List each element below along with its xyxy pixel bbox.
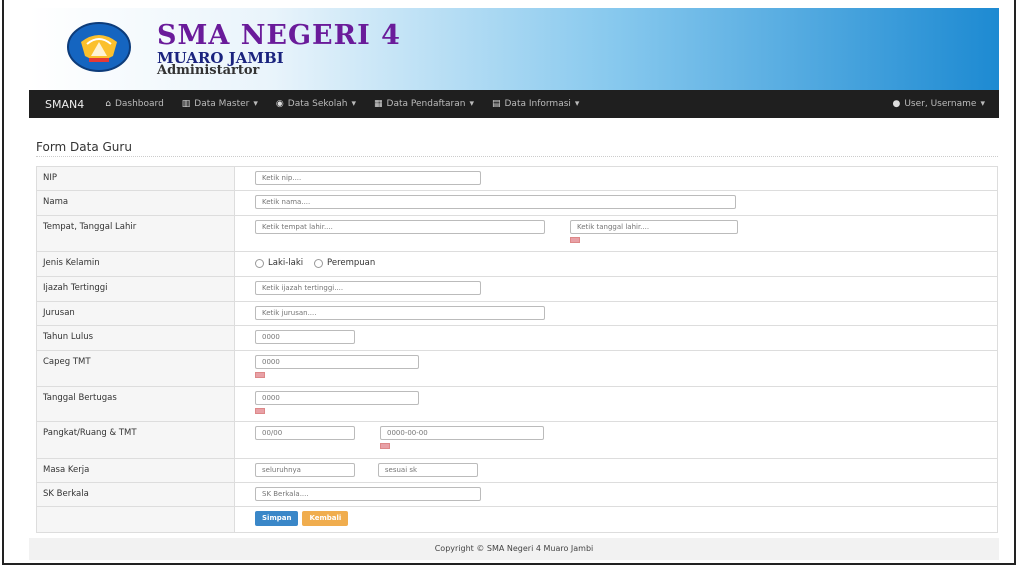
label-sk-berkala: SK Berkala: [36, 482, 235, 507]
page-frame: SMA NEGERI 4 MUARO JAMBI Administartor S…: [2, 0, 1016, 565]
tanggal-lahir-input[interactable]: [570, 220, 738, 234]
row-tanggal-bertugas: Tanggal Bertugas: [36, 386, 998, 422]
page-footer: Copyright © SMA Negeri 4 Muaro Jambi: [29, 538, 999, 560]
label-masa-kerja: Masa Kerja: [36, 458, 235, 483]
caret-down-icon: ▾: [469, 99, 474, 109]
radio-laki-laki[interactable]: Laki-laki: [255, 258, 303, 268]
nav-data-sekolah[interactable]: ◉ Data Sekolah ▾: [267, 99, 365, 109]
nav-data-master[interactable]: ▥ Data Master ▾: [173, 99, 267, 109]
nav-dashboard[interactable]: ⌂ Dashboard: [96, 99, 173, 109]
row-jurusan: Jurusan: [36, 301, 998, 326]
tempat-lahir-input[interactable]: [255, 220, 545, 234]
navbar-brand[interactable]: SMAN4: [29, 98, 96, 111]
title-divider: [36, 156, 998, 157]
save-button[interactable]: Simpan: [255, 511, 299, 526]
bookmark-icon: ▤: [491, 99, 501, 109]
calendar-icon[interactable]: [570, 237, 580, 243]
label-nama: Nama: [36, 190, 235, 216]
label-capeg: Capeg TMT: [36, 350, 235, 387]
user-icon: ●: [892, 99, 901, 109]
caret-down-icon: ▾: [253, 99, 258, 109]
tanggal-bertugas-input[interactable]: [255, 391, 419, 405]
row-ijazah: Ijazah Tertinggi: [36, 276, 998, 302]
nav-data-sekolah-label: Data Sekolah: [287, 99, 348, 109]
row-ttl: Tempat, Tanggal Lahir: [36, 215, 998, 252]
calendar-icon[interactable]: [380, 443, 390, 449]
school-name: SMA NEGERI 4: [157, 20, 401, 51]
row-masa-kerja: Masa Kerja: [36, 458, 998, 483]
user-role: Administartor: [157, 63, 260, 78]
home-icon: ⌂: [105, 99, 111, 109]
row-actions: Simpan Kembali: [36, 506, 998, 533]
caret-down-icon: ▾: [351, 99, 357, 109]
row-nip: NIP: [36, 166, 998, 191]
capeg-input[interactable]: [255, 355, 419, 369]
masa-kerja-sk-input[interactable]: [377, 463, 478, 477]
label-jenis-kelamin: Jenis Kelamin: [36, 251, 235, 277]
radio-circle-icon: [314, 258, 324, 268]
guru-form: NIP Nama Tempat, Tanggal Lahir Jenis Kel…: [36, 166, 998, 533]
map-marker-icon: ◉: [275, 99, 284, 109]
ijazah-input[interactable]: [255, 281, 481, 295]
label-ttl: Tempat, Tanggal Lahir: [36, 215, 235, 252]
label-tahun-lulus: Tahun Lulus: [36, 325, 235, 351]
nav-data-pendaftaran-label: Data Pendaftaran: [386, 99, 466, 109]
grid-icon: ▦: [374, 99, 383, 109]
site-header: SMA NEGERI 4 MUARO JAMBI Administartor: [29, 8, 999, 90]
school-logo-icon: [67, 22, 131, 72]
form-title: Form Data Guru: [36, 140, 132, 154]
back-button[interactable]: Kembali: [302, 511, 349, 526]
calendar-icon[interactable]: [255, 408, 265, 414]
label-nip: NIP: [36, 166, 235, 191]
label-ijazah: Ijazah Tertinggi: [36, 276, 235, 302]
radio-circle-icon: [255, 258, 264, 268]
radio-perempuan[interactable]: Perempuan: [314, 258, 375, 268]
nav-user-menu[interactable]: ● User, Username ▾: [883, 99, 999, 109]
calendar-icon[interactable]: [255, 372, 265, 378]
label-jurusan: Jurusan: [36, 301, 235, 326]
caret-down-icon: ▾: [574, 99, 580, 109]
nav-dashboard-label: Dashboard: [114, 99, 164, 109]
nama-input[interactable]: [255, 195, 736, 209]
pangkat-input[interactable]: [255, 426, 355, 440]
row-sk-berkala: SK Berkala: [36, 482, 998, 507]
top-navbar: SMAN4 ⌂ Dashboard ▥ Data Master ▾ ◉ Data…: [29, 90, 999, 118]
row-pangkat: Pangkat/Ruang & TMT: [36, 421, 998, 459]
nav-data-pendaftaran[interactable]: ▦ Data Pendaftaran ▾: [365, 99, 483, 109]
nav-user-label: User, Username: [904, 99, 977, 109]
label-pangkat: Pangkat/Ruang & TMT: [36, 421, 235, 459]
radio-perempuan-label: Perempuan: [327, 258, 376, 268]
caret-down-icon: ▾: [980, 99, 985, 109]
radio-laki-laki-label: Laki-laki: [268, 258, 304, 268]
tahun-lulus-input[interactable]: [255, 330, 355, 344]
row-jenis-kelamin: Jenis Kelamin Laki-laki Perempuan: [36, 251, 998, 277]
sk-berkala-input[interactable]: [255, 487, 481, 501]
label-tanggal-bertugas: Tanggal Bertugas: [36, 386, 235, 422]
tmt-input[interactable]: [380, 426, 544, 440]
jurusan-input[interactable]: [255, 306, 545, 320]
empty-label: [36, 506, 235, 533]
masa-kerja-seluruhnya-input[interactable]: [255, 463, 355, 477]
row-tahun-lulus: Tahun Lulus: [36, 325, 998, 351]
nip-input[interactable]: [255, 171, 481, 185]
nav-data-informasi-label: Data Informasi: [504, 99, 571, 109]
book-icon: ▥: [181, 99, 191, 109]
row-nama: Nama: [36, 190, 998, 216]
row-capeg: Capeg TMT: [36, 350, 998, 387]
nav-data-informasi[interactable]: ▤ Data Informasi ▾: [483, 99, 588, 109]
nav-data-master-label: Data Master: [194, 99, 250, 109]
